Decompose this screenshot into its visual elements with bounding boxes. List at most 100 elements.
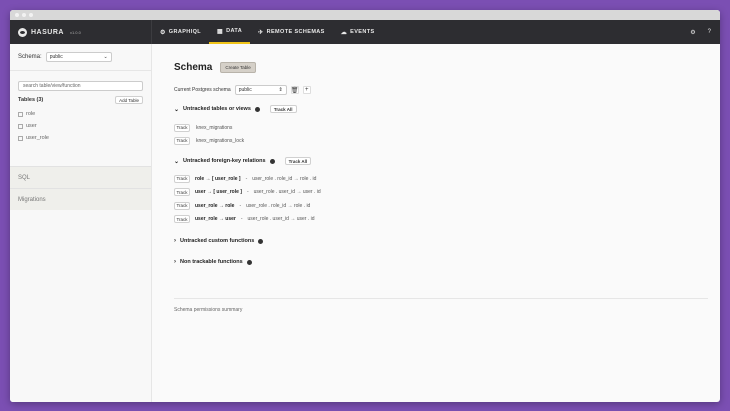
- window-dot[interactable]: [22, 13, 26, 17]
- untracked-functions-header[interactable]: › Untracked custom functions: [174, 238, 708, 244]
- table-name: user_role: [26, 135, 49, 141]
- table-name: role: [26, 111, 36, 117]
- top-navbar: HASURA v1.0.0 ⚙ GRAPHIQL ▦ DATA ✈ REMOTE…: [10, 20, 720, 44]
- migrations-label: Migrations: [18, 196, 46, 203]
- chevron-down-icon: ⌄: [103, 54, 108, 60]
- plug-icon: ✈: [258, 29, 264, 36]
- table-search-input[interactable]: search table/view/function: [18, 81, 143, 91]
- tab-label: DATA: [226, 28, 243, 34]
- brand[interactable]: HASURA v1.0.0: [10, 20, 152, 44]
- track-button[interactable]: Track: [174, 188, 190, 197]
- fk-columns: user_role . role_id → role . id: [252, 175, 317, 182]
- tables-heading: Tables (3): [18, 97, 44, 103]
- main-content: Schema Create Table Current Postgres sch…: [162, 44, 720, 402]
- track-button[interactable]: Track: [174, 174, 190, 183]
- fk-relation-row: Track user_role → user - user_role . use…: [174, 213, 708, 227]
- track-button[interactable]: Track: [174, 201, 190, 210]
- schema-select[interactable]: public ⌄: [45, 52, 112, 62]
- chevron-right-icon: ›: [174, 238, 176, 244]
- hasura-logo-icon: [18, 27, 27, 37]
- tab-events[interactable]: ☁ EVENTS: [333, 20, 383, 44]
- sidebar-table-item[interactable]: role: [10, 108, 151, 120]
- add-table-button[interactable]: Add Table: [115, 96, 143, 104]
- window-dot[interactable]: [29, 13, 33, 17]
- delete-schema-icon[interactable]: 🗑: [290, 86, 299, 94]
- fk-columns: user_role . user_id → user . id: [253, 189, 321, 196]
- postgres-schema-value: public: [238, 87, 252, 93]
- untracked-table-name: knex_migrations_lock: [196, 137, 245, 144]
- current-schema-label: Current Postgres schema: [174, 87, 231, 93]
- untracked-tables-heading: Untracked tables or views: [183, 106, 251, 112]
- info-icon[interactable]: [246, 259, 252, 265]
- track-button[interactable]: Track: [174, 123, 190, 132]
- postgres-schema-select[interactable]: public ⇕: [234, 85, 287, 95]
- page-title: Schema: [174, 62, 213, 73]
- tab-remote-schemas[interactable]: ✈ REMOTE SCHEMAS: [250, 20, 333, 44]
- fk-relation-row: Track user → [ user_role ] - user_role .…: [174, 186, 708, 200]
- sidebar-table-item[interactable]: user: [10, 120, 151, 132]
- fk-relation-row: Track user_role → role - user_role . rol…: [174, 199, 708, 213]
- info-icon[interactable]: [254, 106, 260, 112]
- non-trackable-functions-heading: Non trackable functions: [180, 259, 243, 265]
- schema-label: Schema:: [18, 54, 42, 60]
- untracked-fk-heading: Untracked foreign-key relations: [183, 158, 266, 164]
- sidebar-sql-link[interactable]: SQL: [10, 166, 151, 188]
- info-icon[interactable]: [269, 158, 275, 164]
- help-icon[interactable]: ?: [708, 29, 711, 36]
- search-placeholder: search table/view/function: [23, 83, 81, 89]
- add-schema-icon[interactable]: +: [302, 86, 311, 94]
- fk-relation-name: user_role → role: [195, 202, 235, 209]
- fk-relation-name: role → [ user_role ]: [195, 175, 241, 182]
- fk-separator: -: [240, 216, 243, 223]
- settings-icon[interactable]: ⚙: [690, 29, 695, 36]
- section-divider: [174, 298, 708, 299]
- table-icon: [18, 111, 23, 117]
- non-trackable-functions-header[interactable]: › Non trackable functions: [174, 259, 708, 265]
- untracked-tables-header[interactable]: ⌄ Untracked tables or views Track All: [174, 105, 708, 113]
- tab-graphiql[interactable]: ⚙ GRAPHIQL: [152, 20, 209, 44]
- track-button[interactable]: Track: [174, 215, 190, 224]
- fk-relation-name: user_role → user: [195, 216, 236, 223]
- chevron-down-icon: ⌄: [174, 106, 180, 113]
- untracked-functions-heading: Untracked custom functions: [180, 238, 255, 244]
- fk-columns: user_role . role_id → role . id: [246, 202, 311, 209]
- database-icon: ▦: [217, 28, 224, 35]
- nav-right: ⚙ ?: [690, 29, 720, 36]
- fk-separator: -: [245, 175, 248, 182]
- create-table-button[interactable]: Create Table: [220, 62, 256, 73]
- app-window: HASURA v1.0.0 ⚙ GRAPHIQL ▦ DATA ✈ REMOTE…: [10, 10, 720, 402]
- track-all-tables-button[interactable]: Track All: [269, 105, 297, 113]
- untracked-fk-list: Track role → [ user_role ] - user_role .…: [174, 172, 708, 226]
- sql-label: SQL: [18, 174, 31, 181]
- tables-header: Tables (3) Add Table: [18, 96, 143, 104]
- fk-relation-row: Track role → [ user_role ] - user_role .…: [174, 172, 708, 186]
- table-name: user: [26, 123, 37, 129]
- schema-selector-row: Schema: public ⌄: [10, 44, 151, 71]
- track-all-fk-button[interactable]: Track All: [284, 157, 312, 165]
- graphiql-icon: ⚙: [160, 29, 166, 36]
- info-icon[interactable]: [258, 238, 264, 244]
- window-dot[interactable]: [15, 13, 19, 17]
- chevron-right-icon: ›: [174, 259, 176, 265]
- schema-permissions-summary-link[interactable]: Schema permissions summary: [174, 307, 242, 313]
- chevron-down-icon: ⌄: [174, 158, 180, 165]
- untracked-tables-list: Track knex_migrations Track knex_migrati…: [174, 121, 708, 147]
- postgres-schema-row: Current Postgres schema public ⇕ 🗑 +: [174, 85, 708, 95]
- title-row: Schema Create Table: [174, 62, 708, 73]
- window-chrome: [10, 10, 720, 20]
- sidebar-table-item[interactable]: user_role: [10, 132, 151, 144]
- track-button[interactable]: Track: [174, 136, 190, 145]
- untracked-fk-header[interactable]: ⌄ Untracked foreign-key relations Track …: [174, 157, 708, 165]
- cloud-icon: ☁: [340, 29, 348, 36]
- schema-select-value: public: [49, 54, 63, 60]
- sidebar-migrations-link[interactable]: Migrations: [10, 188, 151, 210]
- untracked-table-row: Track knex_migrations_lock: [174, 134, 708, 147]
- chevron-down-icon: ⇕: [278, 87, 283, 93]
- tab-label: GRAPHIQL: [168, 29, 202, 35]
- brand-name: HASURA: [31, 28, 64, 36]
- fk-relation-name: user → [ user_role ]: [195, 189, 242, 196]
- fk-separator: -: [239, 202, 242, 209]
- nav-tabs: ⚙ GRAPHIQL ▦ DATA ✈ REMOTE SCHEMAS ☁ EVE…: [152, 20, 383, 44]
- tab-data[interactable]: ▦ DATA: [209, 20, 251, 44]
- tab-label: EVENTS: [350, 29, 375, 35]
